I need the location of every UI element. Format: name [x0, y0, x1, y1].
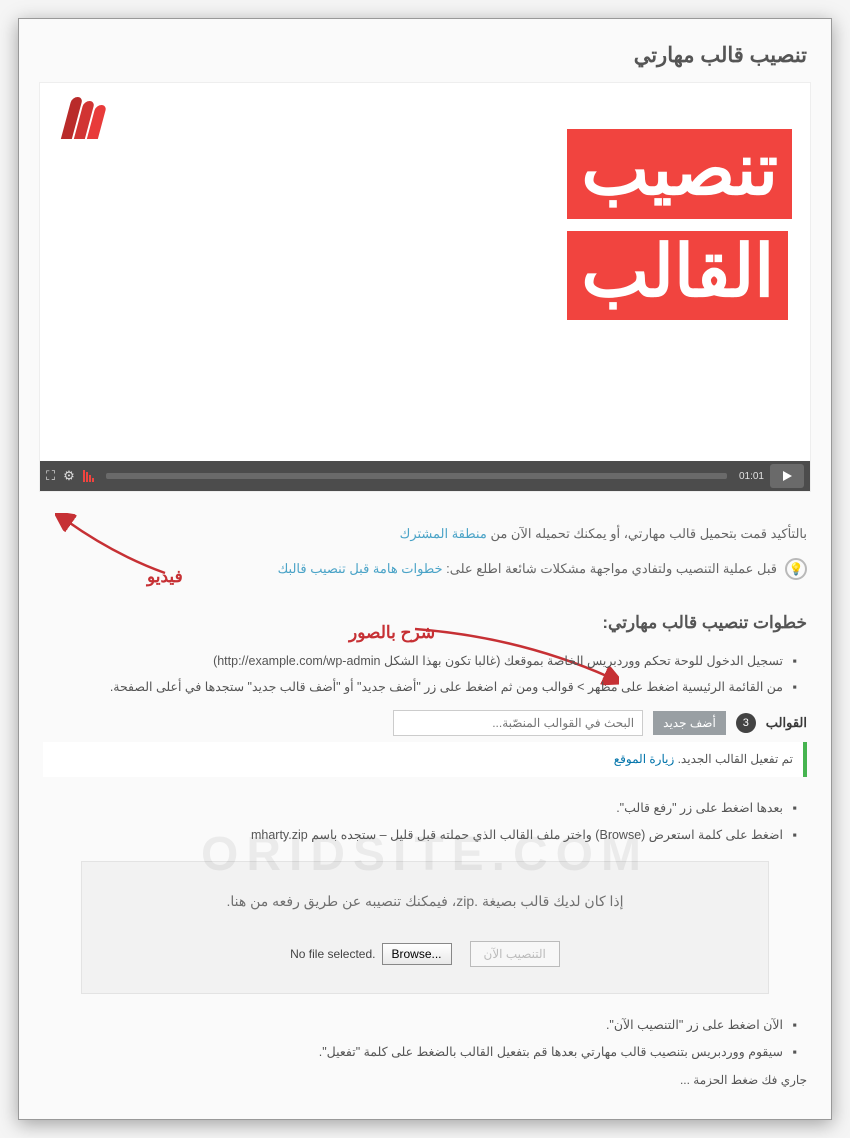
play-button[interactable] [770, 464, 804, 488]
steps-list-3: الآن اضغط على زر "التنصيب الآن". سيقوم و… [43, 1014, 807, 1065]
upload-theme-box: إذا كان لديك قالب بصيغة .zip، فيمكنك تنص… [81, 861, 769, 994]
browse-button[interactable]: Browse... [382, 943, 452, 965]
list-item: بعدها اضغط على زر "رفع قالب". [43, 797, 797, 821]
install-status: جاري فك ضغط الحزمة ... [43, 1069, 807, 1092]
fullscreen-icon[interactable]: ⛶ [46, 468, 55, 484]
themes-count-badge: 3 [736, 713, 756, 733]
upload-heading: إذا كان لديك قالب بصيغة .zip، فيمكنك تنص… [108, 888, 742, 915]
themes-toolbar: القوالب 3 أضف جديد [43, 710, 807, 736]
list-item: الآن اضغط على زر "التنصيب الآن". [43, 1014, 797, 1038]
lightbulb-icon: 💡 [785, 558, 807, 580]
list-item: من القائمة الرئيسية اضغط على مظهر > قوال… [43, 676, 797, 700]
tip-text: قبل عملية التنصيب ولتفادي مواجهة مشكلات … [278, 557, 777, 582]
signal-icon [83, 470, 94, 482]
video-title-line: القالب [567, 231, 788, 321]
install-now-button[interactable]: التنصيب الآن [470, 941, 560, 967]
themes-label: القوالب [766, 711, 807, 736]
article-body: بالتأكيد قمت بتحميل قالب مهارتي، أو يمكن… [39, 522, 811, 1091]
visit-site-link[interactable]: زيارة الموقع [614, 752, 674, 766]
pre-install-steps-link[interactable]: خطوات هامة قبل تنصيب قالبك [278, 561, 443, 576]
steps-heading: خطوات تنصيب قالب مهارتي: [43, 607, 807, 639]
video-title-line: تنصيب [567, 129, 792, 219]
activation-notice: تم تفعيل القالب الجديد. زيارة الموقع [43, 742, 807, 777]
theme-search-input[interactable] [393, 710, 643, 736]
subscriber-area-link[interactable]: منطقة المشترك [400, 526, 487, 541]
list-item: تسجيل الدخول للوحة تحكم ووردبريس الخاصة … [43, 650, 797, 674]
no-file-label: No file selected. [290, 943, 375, 966]
video-controls: 01:01 ⚙ ⛶ [40, 461, 810, 491]
progress-bar[interactable] [106, 473, 727, 479]
page-title: تنصيب قالب مهارتي [43, 43, 807, 68]
intro-text: بالتأكيد قمت بتحميل قالب مهارتي، أو يمكن… [43, 522, 807, 547]
brand-logo-icon [52, 93, 110, 139]
tip-row: 💡 قبل عملية التنصيب ولتفادي مواجهة مشكلا… [43, 557, 807, 582]
tutorial-page: تنصيب قالب مهارتي تنصيب القالب 01:01 ⚙ ⛶… [18, 18, 832, 1120]
video-overlay-title: تنصيب القالب [567, 129, 792, 320]
video-player[interactable]: تنصيب القالب 01:01 ⚙ ⛶ [39, 82, 811, 492]
file-chooser: No file selected. Browse... [290, 943, 451, 966]
upload-controls: التنصيب الآن No file selected. Browse... [108, 941, 742, 967]
steps-list-1: تسجيل الدخول للوحة تحكم ووردبريس الخاصة … [43, 650, 807, 701]
video-timestamp: 01:01 [739, 471, 764, 482]
settings-icon[interactable]: ⚙ [63, 468, 75, 484]
list-item: اضغط على كلمة استعرض (Browse) واختر ملف … [43, 824, 797, 848]
list-item: سيقوم ووردبريس بتنصيب قالب مهارتي بعدها … [43, 1041, 797, 1065]
steps-list-2: بعدها اضغط على زر "رفع قالب". اضغط على ك… [43, 797, 807, 848]
add-new-theme-button[interactable]: أضف جديد [653, 711, 726, 735]
